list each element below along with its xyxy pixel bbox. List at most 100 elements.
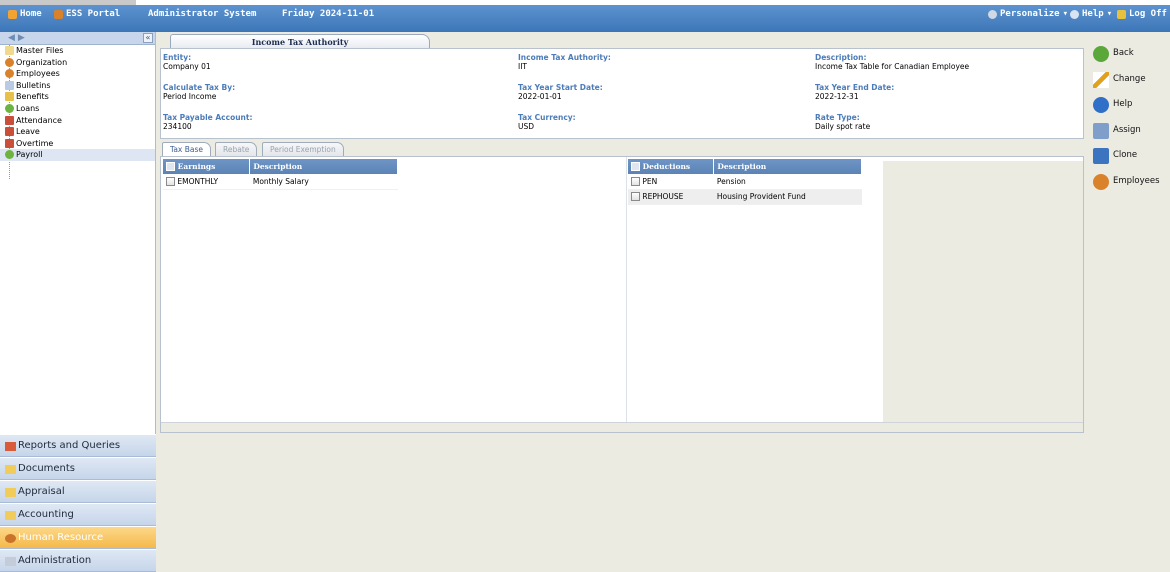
deductions-description-header[interactable]: Description — [713, 159, 862, 174]
tab-tax-base[interactable]: Tax Base — [162, 142, 212, 156]
tree-item-overtime[interactable]: Overtime — [0, 138, 155, 150]
earnings-code: EMONTHLY — [177, 176, 219, 186]
module-appraisal[interactable]: Appraisal — [0, 480, 156, 503]
earnings-description-cell: Monthly Salary — [249, 174, 398, 190]
master-files-icon — [5, 46, 14, 55]
tax-authority-details: Entity: Company 01 Income Tax Authority:… — [160, 48, 1084, 139]
table-row[interactable]: REPHOUSE Housing Provident Fund — [628, 189, 862, 205]
bulletins-icon — [5, 80, 14, 90]
clone-icon — [1093, 148, 1109, 164]
action-bar: Back Change Help Assign Clone Employees — [1089, 44, 1169, 197]
entity-label: Entity: — [163, 53, 192, 62]
tax-year-end-field: Tax Year End Date: 2022-12-31 — [815, 83, 894, 101]
rate-type-field: Rate Type: Daily spot rate — [815, 113, 870, 131]
ess-portal-label: ESS Portal — [66, 9, 121, 19]
deductions-code-cell: REPHOUSE — [628, 189, 714, 205]
tree-item-master-files[interactable]: Master Files — [0, 45, 155, 57]
clone-button[interactable]: Clone — [1089, 146, 1169, 170]
log-off-link[interactable]: Log Off — [1117, 9, 1167, 19]
row-checkbox[interactable] — [631, 177, 640, 186]
table-row[interactable]: PEN Pension — [628, 174, 862, 190]
help-button[interactable]: Help — [1089, 95, 1169, 119]
folder-icon — [5, 511, 16, 520]
user-icon — [54, 9, 63, 19]
tax-currency-field: Tax Currency: USD — [518, 113, 576, 131]
change-button[interactable]: Change — [1089, 70, 1169, 94]
module-tree: Master Files Organization Employees Bull… — [0, 45, 155, 179]
ess-portal-link[interactable]: ESS Portal — [54, 9, 120, 19]
system-name: Administrator System — [148, 9, 256, 19]
tax-currency-value: USD — [518, 122, 535, 131]
collapse-sidebar-button[interactable]: « — [143, 33, 153, 43]
tree-item-label: Payroll — [16, 150, 43, 160]
module-label: Appraisal — [18, 486, 65, 497]
select-all-checkbox[interactable] — [166, 162, 175, 172]
tab-period-exemption[interactable]: Period Exemption — [262, 142, 344, 156]
row-checkbox[interactable] — [631, 192, 640, 202]
tax-payable-account-field: Tax Payable Account: 234100 — [163, 113, 252, 131]
help-menu[interactable]: Help ▾ — [1070, 9, 1112, 19]
earnings-description-header[interactable]: Description — [249, 159, 398, 174]
deductions-table: Deductions Description PEN Pension REPHO… — [628, 159, 862, 205]
select-all-checkbox[interactable] — [631, 162, 640, 172]
deductions-code-cell: PEN — [628, 174, 714, 190]
tax-year-end-value: 2022-12-31 — [815, 92, 859, 101]
entity-value: Company 01 — [163, 62, 211, 71]
earnings-header[interactable]: Earnings — [163, 159, 251, 174]
calculate-tax-by-field: Calculate Tax By: Period Income — [163, 83, 235, 101]
home-icon — [8, 9, 17, 19]
tab-rebate[interactable]: Rebate — [215, 142, 258, 156]
detail-tabs: Tax Base Rebate Period Exemption — [160, 142, 560, 156]
calculate-tax-by-label: Calculate Tax By: — [163, 83, 236, 92]
module-human-resource[interactable]: Human Resource — [0, 526, 156, 549]
module-reports-and-queries[interactable]: Reports and Queries — [0, 434, 156, 457]
reports-icon — [5, 442, 16, 451]
module-label: Administration — [18, 555, 92, 566]
main-content: Income Tax Authority Entity: Company 01 … — [160, 32, 1084, 433]
module-documents[interactable]: Documents — [0, 457, 156, 480]
tree-item-benefits[interactable]: Benefits — [0, 91, 155, 103]
tree-item-attendance[interactable]: Attendance — [0, 115, 155, 127]
description-field: Description: Income Tax Table for Canadi… — [815, 53, 969, 71]
personalize-menu[interactable]: Personalize ▾ — [988, 9, 1068, 19]
module-administration[interactable]: Administration — [0, 549, 156, 572]
deductions-code: REPHOUSE — [642, 191, 684, 201]
user-icon — [5, 534, 16, 543]
current-date-text: Friday 2024-11-01 — [282, 9, 375, 19]
tree-item-payroll[interactable]: Payroll — [0, 149, 155, 161]
table-row[interactable]: EMONTHLY Monthly Salary — [163, 174, 398, 190]
tax-payable-account-value: 234100 — [163, 122, 192, 131]
folder-icon — [5, 488, 16, 497]
earnings-table: Earnings Description EMONTHLY Monthly Sa… — [163, 159, 398, 190]
nav-arrows-icon[interactable]: ◀▶ — [8, 33, 28, 43]
tree-item-leave[interactable]: Leave — [0, 126, 155, 138]
change-label: Change — [1113, 73, 1146, 84]
tree-item-loans[interactable]: Loans — [0, 103, 155, 115]
assign-label: Assign — [1113, 124, 1141, 135]
module-accounting[interactable]: Accounting — [0, 503, 156, 526]
back-label: Back — [1113, 48, 1134, 58]
deductions-header[interactable]: Deductions — [628, 159, 715, 174]
deductions-description-cell: Pension — [713, 174, 862, 190]
top-bar: Home ESS Portal Administrator System Fri… — [0, 0, 1170, 32]
home-link[interactable]: Home — [8, 9, 42, 19]
tree-item-label: Attendance — [16, 115, 62, 125]
employees-label: Employees — [1113, 175, 1160, 186]
earnings-header-row: Earnings Description — [163, 159, 398, 174]
system-name-text: Administrator System — [148, 9, 257, 19]
tree-item-organization[interactable]: Organization — [0, 57, 155, 69]
tree-item-bulletins[interactable]: Bulletins — [0, 80, 155, 92]
back-button[interactable]: Back — [1089, 44, 1169, 68]
tree-item-employees[interactable]: Employees — [0, 68, 155, 80]
grid-splitter[interactable] — [626, 157, 627, 423]
folder-icon — [5, 465, 16, 474]
row-checkbox[interactable] — [166, 177, 175, 186]
assign-button[interactable]: Assign — [1089, 121, 1169, 145]
tab-income-tax-authority[interactable]: Income Tax Authority — [170, 34, 430, 49]
income-tax-authority-value: IIT — [518, 62, 528, 71]
deductions-code: PEN — [642, 176, 658, 186]
employees-button[interactable]: Employees — [1089, 172, 1169, 196]
tax-year-start-field: Tax Year Start Date: 2022-01-01 — [518, 83, 603, 101]
tax-currency-label: Tax Currency: — [518, 113, 576, 122]
help-icon — [1070, 9, 1079, 19]
